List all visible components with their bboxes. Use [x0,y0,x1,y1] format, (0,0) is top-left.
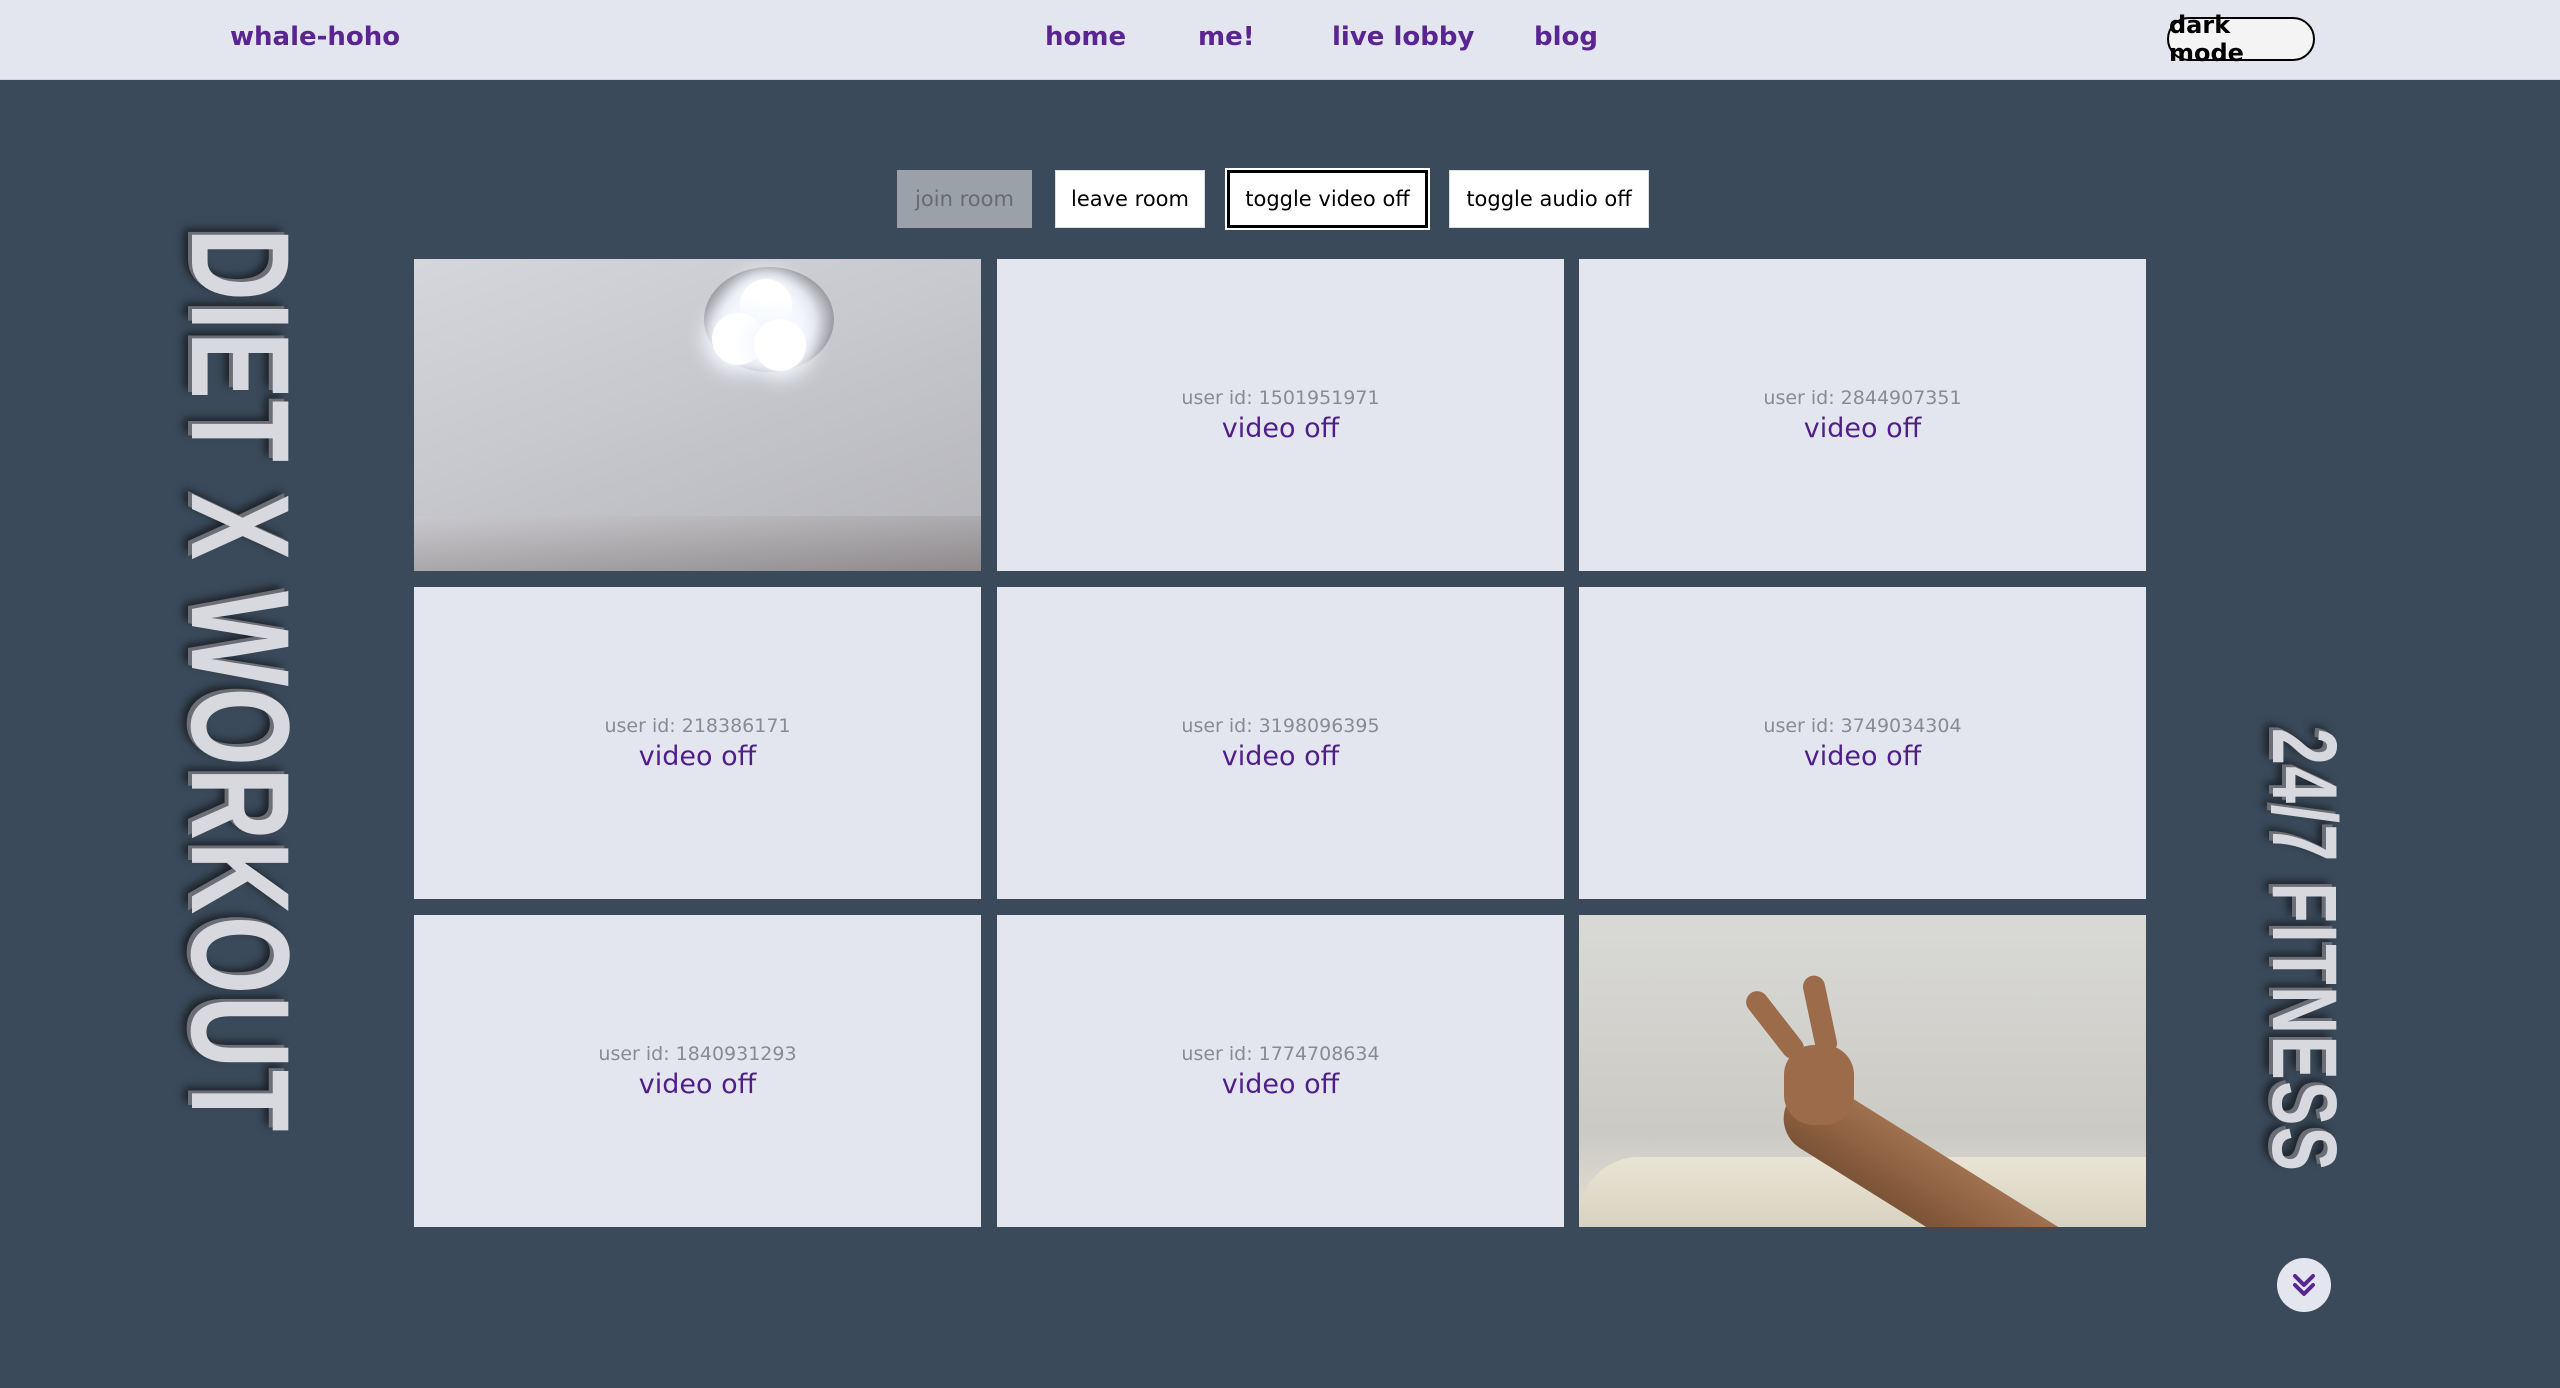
video-off-tile: user id: 3198096395 video off [997,587,1564,899]
user-id-label: user id: 3749034304 [1763,714,1962,737]
video-off-label: video off [638,740,757,772]
nav-live-lobby[interactable]: live lobby [1332,22,1474,52]
video-off-tile: user id: 1501951971 video off [997,259,1564,571]
video-off-tile: user id: 1840931293 video off [414,915,981,1227]
user-id-label: user id: 218386171 [604,714,791,737]
video-off-label: video off [1221,740,1340,772]
user-id-label: user id: 2844907351 [1763,386,1962,409]
video-off-label: video off [1221,1068,1340,1100]
video-off-tile: user id: 2844907351 video off [1579,259,2146,571]
video-off-label: video off [638,1068,757,1100]
toggle-audio-button[interactable]: toggle audio off [1449,170,1649,228]
diet-workout-banner: DIET X WORKOUT [162,228,319,1133]
video-off-tile: user id: 1774708634 video off [997,915,1564,1227]
scroll-down-button[interactable] [2277,1258,2331,1312]
nav-blog[interactable]: blog [1534,22,1598,52]
brand-link[interactable]: whale-hoho [230,22,400,52]
video-tile-peace-sign [1579,915,2146,1227]
double-chevron-down-icon [2293,1274,2315,1296]
user-id-label: user id: 1774708634 [1181,1042,1380,1065]
user-id-label: user id: 1501951971 [1181,386,1380,409]
video-off-label: video off [1803,740,1922,772]
room-controls: join room leave room toggle video off to… [0,170,2560,230]
user-id-label: user id: 3198096395 [1181,714,1380,737]
video-off-tile: user id: 3749034304 video off [1579,587,2146,899]
nav-home[interactable]: home [1045,22,1126,52]
fitness-banner: 24/7 FITNESS [2253,728,2355,1173]
leave-room-button[interactable]: leave room [1055,170,1205,228]
video-off-label: video off [1221,412,1340,444]
video-off-tile: user id: 218386171 video off [414,587,981,899]
video-tile-ceiling [414,259,981,571]
top-navbar: whale-hoho home me! live lobby blog dark… [0,0,2560,80]
ceiling-lamp [704,267,834,372]
video-off-label: video off [1803,412,1922,444]
join-room-button[interactable]: join room [897,170,1032,228]
toggle-video-button[interactable]: toggle video off [1227,170,1428,228]
user-id-label: user id: 1840931293 [598,1042,797,1065]
nav-me[interactable]: me! [1198,22,1255,52]
dark-mode-button[interactable]: dark mode [2167,11,2315,67]
